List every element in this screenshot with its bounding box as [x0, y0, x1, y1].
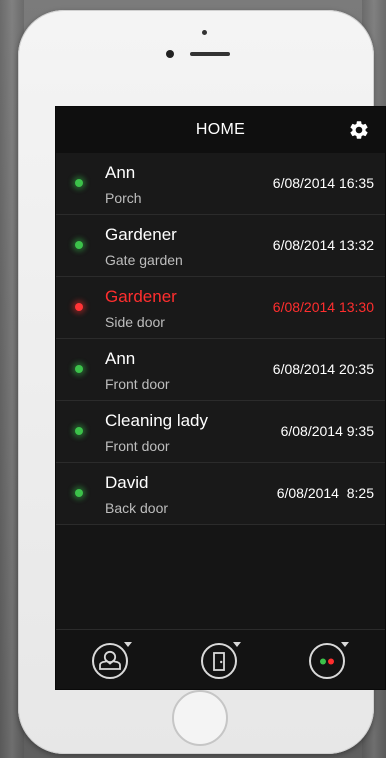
person-name: Ann — [105, 163, 136, 182]
phone-frame: HOME Ann Porch 6/08/2014 16:35 Gardener — [18, 10, 386, 754]
tab-status[interactable] — [303, 638, 359, 684]
list-item[interactable]: Cleaning lady Front door 6/08/2014 9:35 — [56, 401, 385, 463]
top-bar: HOME — [56, 107, 385, 154]
status-dot-green — [75, 179, 83, 187]
person-name: Gardener — [105, 225, 177, 244]
camera-dot — [202, 30, 207, 35]
page-title: HOME — [195, 121, 246, 138]
status-dot-green — [75, 489, 83, 497]
status-dot-green — [75, 427, 83, 435]
list-item[interactable]: Gardener Gate garden 6/08/2014 13:32 — [56, 215, 385, 277]
timestamp: 6/08/2014 9:35 — [280, 423, 374, 439]
timestamp: 6/08/2014 20:35 — [272, 361, 374, 377]
person-name: Gardener — [105, 287, 177, 306]
door-location: Side door — [105, 314, 165, 330]
photo-stage: HOME Ann Porch 6/08/2014 16:35 Gardener — [0, 0, 386, 758]
person-name: David — [105, 473, 149, 492]
door-location: Front door — [105, 376, 170, 392]
status-dot-red — [75, 303, 83, 311]
speaker-grille — [190, 52, 230, 56]
tab-door[interactable] — [195, 638, 251, 684]
person-name: Ann — [105, 349, 136, 368]
access-log-list: Ann Porch 6/08/2014 16:35 Gardener Gate … — [56, 153, 385, 525]
list-item[interactable]: Ann Front door 6/08/2014 20:35 — [56, 339, 385, 401]
timestamp: 6/08/2014 13:30 — [272, 299, 374, 315]
settings-button[interactable] — [348, 119, 370, 141]
person-name: Cleaning lady — [105, 411, 209, 430]
status-lights-icon — [309, 642, 349, 679]
list-item[interactable]: David Back door 6/08/2014 8:25 — [56, 463, 385, 525]
gear-icon — [350, 121, 368, 139]
status-dot-green — [75, 241, 83, 249]
list-item[interactable]: Ann Porch 6/08/2014 16:35 — [56, 153, 385, 215]
door-location: Back door — [105, 500, 169, 516]
timestamp: 6/08/2014 13:32 — [272, 237, 374, 253]
front-camera — [166, 50, 174, 58]
status-dot-green — [75, 365, 83, 373]
timestamp: 6/08/2014 16:35 — [272, 175, 374, 191]
door-location: Gate garden — [105, 252, 183, 268]
home-button[interactable] — [172, 690, 228, 746]
door-icon — [201, 642, 241, 679]
app-screen: HOME Ann Porch 6/08/2014 16:35 Gardener — [55, 106, 386, 690]
list-item-alert[interactable]: Gardener Side door 6/08/2014 13:30 — [56, 277, 385, 339]
bottom-tab-bar — [56, 629, 385, 689]
tab-person[interactable] — [86, 638, 142, 684]
door-location: Front door — [105, 438, 170, 454]
door-location: Porch — [105, 190, 142, 206]
timestamp: 6/08/2014 8:25 — [276, 485, 374, 501]
person-icon — [92, 642, 132, 679]
